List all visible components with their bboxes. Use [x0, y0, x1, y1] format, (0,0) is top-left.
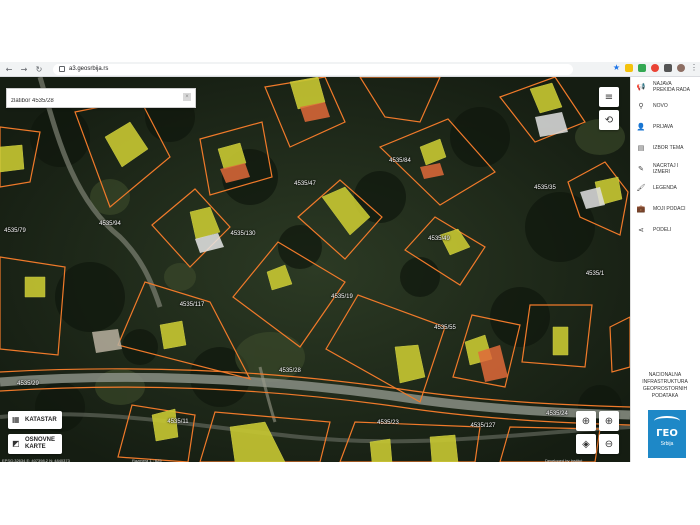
compass-icon[interactable]: ◈ [576, 434, 596, 454]
sidebar-item-prijava[interactable]: 👤 PRIJAVA [631, 123, 700, 131]
nipp-line3: GEOPROSTORNIH [642, 386, 688, 392]
osnovne-karte-label: OSNOVNE KARTE [25, 437, 55, 451]
extension-red-icon[interactable] [651, 64, 659, 72]
map-layer-icon: ▦ [12, 415, 20, 424]
bottom-padding [0, 462, 700, 525]
roof [92, 329, 122, 353]
layers-icon: ▤ [637, 144, 645, 152]
sidebar-item-label: MOJI PODACI [653, 206, 686, 212]
parcel-label: 4535/11 [167, 419, 189, 425]
map-canvas [0, 77, 630, 462]
browser-toolbar: ← → ↻ a3.geosrbija.rs ★ ⋮ [0, 62, 700, 77]
building [429, 434, 459, 462]
parcel-search: × [6, 88, 196, 109]
clear-search-icon[interactable]: × [183, 93, 191, 101]
sidebar-label-line2: IZMERI [653, 169, 670, 175]
basemap-icon: ◩ [12, 439, 20, 448]
location-pin-icon: ⚲ [638, 102, 644, 110]
sidebar-item-label: NAJAVA PREKIDA RADA [653, 81, 690, 93]
hamburger-menu-icon[interactable]: ≡ [599, 87, 619, 107]
building [24, 276, 46, 298]
katastar-label: KATASTAR [25, 417, 57, 423]
extension-green-icon[interactable] [638, 64, 646, 72]
url-text: a3.geosrbija.rs [69, 66, 109, 72]
katastar-layer-button[interactable]: ▦ KATASTAR [8, 411, 62, 429]
sidebar-item-podeli[interactable]: ⋖ PODELI [631, 226, 700, 234]
parcel-label: 4535/47 [294, 181, 316, 187]
building [369, 438, 393, 462]
search-input[interactable] [7, 93, 171, 109]
logo-title: ГЕО [656, 428, 678, 439]
sidebar-item-label: NOVO [653, 103, 668, 109]
arrow-left-icon[interactable]: ← [3, 63, 15, 75]
lock-icon [59, 66, 65, 72]
profile-avatar[interactable] [677, 64, 685, 72]
zoom-in-icon[interactable]: ⊕ [599, 411, 619, 431]
pencil-icon: ✎ [638, 165, 644, 173]
browser-menu-icon[interactable]: ⋮ [690, 64, 698, 72]
parcel-label: 4535/55 [434, 325, 456, 331]
parcel-label: 4535/117 [179, 302, 205, 308]
megaphone-icon: 📢 [636, 83, 646, 91]
parcel-label: 4535/49 [428, 236, 450, 242]
parcel-label: 4535/19 [331, 294, 353, 300]
zoom-out-icon[interactable]: ⊖ [599, 434, 619, 454]
share-icon: ⋖ [638, 226, 644, 234]
osnovne-label-line2: KARTE [25, 444, 46, 450]
sidebar-label-line2: PREKIDA RADA [653, 87, 690, 93]
parcel-label: 4535/35 [534, 185, 556, 191]
building [0, 144, 25, 173]
address-bar[interactable]: a3.geosrbija.rs [53, 63, 573, 75]
parcel-label: 4535/130 [230, 231, 256, 237]
nipp-caption: NACIONALNA INFRASTRUKTURA GEOPROSTORNIH … [633, 372, 697, 400]
sidebar-item-nacrtaj[interactable]: ✎ NACRTAJ I IZMERI [631, 163, 700, 175]
sidebar-item-label: PODELI [653, 227, 672, 233]
building [151, 408, 179, 442]
extensions-puzzle-icon[interactable] [664, 64, 672, 72]
extension-yellow-icon[interactable] [625, 64, 633, 72]
right-sidebar: 📢 NAJAVA PREKIDA RADA ⚲ NOVO 👤 PRIJAVA ▤… [630, 77, 700, 462]
parcel-label: 4535/127 [470, 423, 496, 429]
arrow-right-icon[interactable]: → [18, 63, 30, 75]
nipp-line4: PODATAKA [651, 393, 679, 399]
sidebar-item-label: PRIJAVA [653, 124, 674, 130]
user-icon: 👤 [636, 123, 646, 131]
parcel-label: 4535/79 [4, 228, 26, 234]
bookmark-star-icon[interactable]: ★ [613, 64, 620, 72]
sidebar-item-label: IZBOR TEMA [653, 145, 684, 151]
extension-area: ★ ⋮ [613, 64, 698, 72]
logo-subtitle: Srbija [660, 441, 674, 447]
logo-wave-icon [654, 416, 680, 426]
osnovne-label-line1: OSNOVNE [25, 437, 56, 443]
crosshair-icon[interactable]: ⊕ [576, 411, 596, 431]
map-view[interactable]: 4535/84 4535/47 4535/35 4535/94 4535/130 4535… [0, 77, 630, 462]
sidebar-item-label: NACRTAJ I IZMERI [653, 163, 678, 175]
sidebar-item-novo[interactable]: ⚲ NOVO [631, 102, 700, 110]
parcel-label: 4535/94 [99, 221, 121, 227]
building [159, 320, 187, 350]
sync-icon[interactable]: ⟲ [599, 110, 619, 130]
sidebar-item-moji-podaci[interactable]: 💼 MOJI PODACI [631, 205, 700, 213]
briefcase-icon: 💼 [636, 205, 646, 213]
reload-icon[interactable]: ↻ [33, 63, 45, 75]
parcel-label: 4535/1 [585, 271, 605, 277]
top-padding [0, 0, 700, 62]
nipp-line2: INFRASTRUKTURA [642, 379, 688, 385]
parcel-label: 4535/23 [377, 420, 399, 426]
parcel-label: 4535/29 [17, 381, 39, 387]
sidebar-item-label: LEGENDA [653, 185, 677, 191]
parcel-label: 4535/24 [546, 411, 568, 417]
osnovne-karte-button[interactable]: ◩ OSNOVNE KARTE [8, 434, 62, 454]
building [552, 326, 569, 356]
parcel-label: 4535/28 [279, 368, 301, 374]
nipp-line1: NACIONALNA [648, 372, 682, 378]
sidebar-item-izbor-tema[interactable]: ▤ IZBOR TEMA [631, 144, 700, 152]
sidebar-item-najava[interactable]: 📢 NAJAVA PREKIDA RADA [631, 81, 700, 93]
parcel-label: 4535/84 [389, 158, 411, 164]
geosrbija-logo[interactable]: ГЕО Srbija [648, 410, 686, 458]
sidebar-item-legenda[interactable]: 🖌 LEGENDA [631, 184, 700, 192]
brush-icon: 🖌 [636, 184, 646, 192]
